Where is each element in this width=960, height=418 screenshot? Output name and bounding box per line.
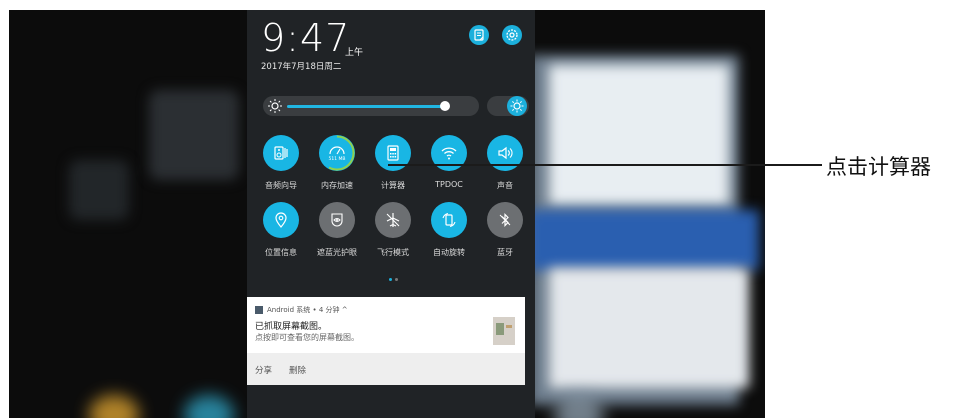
location-icon — [263, 202, 299, 238]
screenshot-notification[interactable]: Android 系统 • 4 分钟 ^ 已抓取屏幕截图。 点按即可查看您的屏幕截… — [247, 297, 525, 385]
tile-audio-wizard[interactable]: 音频向导 — [253, 135, 309, 191]
volume-icon — [487, 135, 523, 171]
tile-label: 位置信息 — [265, 248, 297, 257]
notification-content[interactable]: Android 系统 • 4 分钟 ^ 已抓取屏幕截图。 点按即可查看您的屏幕截… — [247, 297, 525, 353]
edit-icon[interactable] — [469, 25, 489, 45]
eye-icon — [319, 202, 355, 238]
memory-value: 511 MB — [328, 157, 346, 162]
gallery-icon — [255, 306, 263, 314]
tile-label: 遮蓝光护眼 — [317, 248, 357, 257]
rotate-icon — [431, 202, 467, 238]
clock-date: 2017年7月18日周二 — [261, 62, 342, 72]
notification-body: 点按即可查看您的屏幕截图。 — [255, 333, 359, 342]
tile-label: 声音 — [497, 181, 513, 190]
bluetooth-off-icon — [487, 202, 523, 238]
stage: 9:47 上午 2017年7月18日周二 音频向导 511 MB 内存加速 计算… — [0, 0, 960, 418]
page-dot — [394, 278, 398, 281]
tile-label: 内存加速 — [321, 181, 353, 190]
speaker-grid-icon — [263, 135, 299, 171]
callout-line — [388, 164, 822, 166]
auto-brightness-toggle[interactable] — [487, 96, 529, 116]
tile-label: TPDOC — [435, 180, 463, 189]
blurred-widget — [149, 90, 239, 180]
wifi-icon — [431, 135, 467, 171]
page-indicator — [387, 266, 399, 285]
blurred-widget — [69, 160, 129, 220]
page-dot-active — [388, 278, 392, 281]
tile-label: 自动旋转 — [433, 248, 465, 257]
tile-wifi[interactable]: TPDOC — [421, 135, 477, 189]
notification-app-line: Android 系统 • 4 分钟 ^ — [267, 306, 348, 314]
tile-calculator[interactable]: 计算器 — [365, 135, 421, 191]
speedometer-icon: 511 MB — [319, 135, 355, 171]
brightness-level — [287, 105, 445, 108]
tile-location[interactable]: 位置信息 — [253, 202, 309, 258]
notification-title: 已抓取屏幕截图。 — [255, 322, 328, 332]
blurred-app-block — [549, 65, 729, 205]
dock-app-icon — [89, 395, 139, 418]
callout-label: 点击计算器 — [826, 155, 931, 179]
tile-bluetooth[interactable]: 蓝牙 — [477, 202, 533, 258]
blurred-app-bar — [529, 210, 759, 270]
brightness-icon — [268, 99, 282, 113]
airplane-icon — [375, 202, 411, 238]
clock-ampm: 上午 — [345, 48, 364, 58]
tile-blue-light-filter[interactable]: 遮蓝光护眼 — [309, 202, 365, 258]
tile-airplane-mode[interactable]: 飞行模式 — [365, 202, 421, 258]
tile-label: 音频向导 — [265, 181, 297, 190]
notification-actions: 分享 删除 — [247, 353, 525, 385]
dock-app-icon — [184, 395, 234, 418]
brightness-thumb[interactable] — [440, 101, 450, 111]
sun-auto-icon — [507, 96, 527, 116]
tile-label: 计算器 — [381, 181, 405, 190]
tile-label: 蓝牙 — [497, 248, 513, 257]
tile-label: 飞行模式 — [377, 248, 409, 257]
calculator-icon — [375, 135, 411, 171]
delete-button[interactable]: 删除 — [289, 364, 306, 376]
share-button[interactable]: 分享 — [255, 364, 272, 376]
brightness-slider[interactable] — [263, 96, 479, 116]
tile-auto-rotate[interactable]: 自动旋转 — [421, 202, 477, 258]
tile-sound[interactable]: 声音 — [477, 135, 533, 191]
tile-memory-boost[interactable]: 511 MB 内存加速 — [309, 135, 365, 191]
settings-icon[interactable] — [502, 25, 522, 45]
blurred-app-block — [549, 268, 749, 388]
screenshot-thumbnail[interactable] — [493, 317, 515, 345]
clock-time: 9:47 — [261, 16, 351, 60]
